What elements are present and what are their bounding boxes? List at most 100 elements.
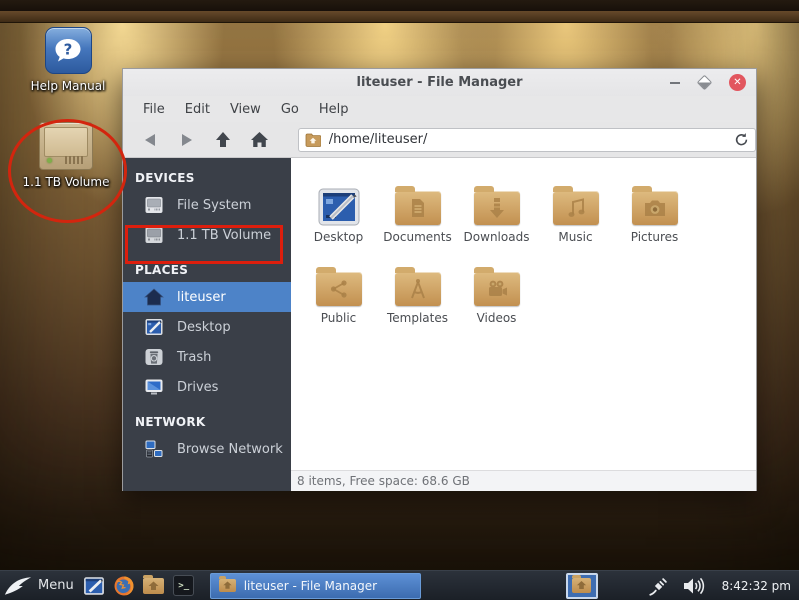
file-item-desktop[interactable]: Desktop	[299, 178, 378, 259]
file-item-label: Public	[321, 311, 357, 325]
minimize-button[interactable]	[670, 82, 680, 84]
desktop-screen-icon	[318, 178, 360, 226]
file-item-label: Templates	[387, 311, 448, 325]
home-button[interactable]	[249, 128, 271, 152]
network-computers-icon	[144, 440, 164, 459]
tray-active-window-icon[interactable]	[566, 573, 598, 599]
back-button[interactable]	[139, 128, 161, 152]
status-text: 8 items, Free space: 68.6 GB	[297, 474, 470, 488]
statusbar: 8 items, Free space: 68.6 GB	[291, 470, 756, 491]
wallpaper-wood-band	[0, 11, 799, 23]
sidebar-item-trash[interactable]: Trash	[123, 342, 291, 372]
sidebar-header-network: NETWORK	[123, 402, 291, 434]
sidebar-header-places: PLACES	[123, 250, 291, 282]
file-item-pictures[interactable]: Pictures	[615, 178, 694, 259]
sidebar-item-label: 1.1 TB Volume	[177, 228, 271, 243]
trash-icon	[144, 348, 164, 366]
maximize-button[interactable]	[697, 75, 713, 91]
sidebar-item-label: File System	[177, 198, 251, 213]
taskbar-window-button-label: liteuser - File Manager	[244, 579, 377, 593]
folder-share-icon	[316, 272, 362, 306]
menu-help[interactable]: Help	[309, 96, 359, 122]
file-manager-launcher[interactable]	[142, 574, 166, 598]
home-icon	[144, 288, 164, 306]
clock[interactable]: 8:42:32 pm	[722, 579, 791, 593]
terminal-launcher[interactable]: >_	[172, 574, 196, 598]
sidebar-item-browse-network[interactable]: Browse Network	[123, 434, 291, 464]
volume-speaker-icon[interactable]	[682, 575, 706, 597]
wallpaper-top-strip	[0, 0, 799, 11]
sidebar-item-label: Drives	[177, 380, 218, 395]
sidebar-item-volume[interactable]: 1.1 TB Volume	[123, 220, 291, 250]
forward-button[interactable]	[176, 128, 198, 152]
firefox-icon	[113, 575, 135, 597]
desktop-screen-icon	[144, 318, 164, 336]
sidebar-item-label: Desktop	[177, 320, 231, 335]
help-bubble-icon: ?	[45, 27, 92, 74]
desktop-icon-help-manual[interactable]: ? Help Manual	[13, 27, 123, 93]
menu-button-label: Menu	[38, 578, 74, 593]
folder-icon	[143, 578, 164, 594]
file-item-videos[interactable]: Videos	[457, 259, 536, 340]
reload-icon[interactable]	[734, 132, 749, 147]
window-title: liteuser - File Manager	[356, 75, 522, 90]
file-item-templates[interactable]: Templates	[378, 259, 457, 340]
file-item-label: Desktop	[314, 230, 364, 244]
sidebar-item-desktop[interactable]: Desktop	[123, 312, 291, 342]
menu-button[interactable]: Menu	[0, 571, 82, 600]
folder-film-camera-icon	[474, 272, 520, 306]
sidebar-item-label: Trash	[177, 350, 211, 365]
desktop: ? Help Manual 1.1 TB Volume liteuser - F…	[0, 0, 799, 600]
toolbar	[123, 122, 756, 158]
folder-icon	[219, 579, 236, 592]
sidebar-header-devices: DEVICES	[123, 158, 291, 190]
file-item-public[interactable]: Public	[299, 259, 378, 340]
taskbar-window-button[interactable]: liteuser - File Manager	[210, 573, 421, 599]
hard-drive-icon	[39, 122, 93, 170]
taskbar: Menu >_	[0, 570, 799, 600]
folder-compass-icon	[395, 272, 441, 306]
monitor-icon	[144, 378, 164, 396]
file-item-downloads[interactable]: Downloads	[457, 178, 536, 259]
svg-text:?: ?	[64, 40, 73, 58]
window-titlebar[interactable]: liteuser - File Manager ✕	[123, 69, 756, 96]
sidebar-item-drives[interactable]: Drives	[123, 372, 291, 402]
menu-edit[interactable]: Edit	[175, 96, 220, 122]
linux-lite-feather-icon	[4, 575, 32, 597]
path-input[interactable]	[327, 131, 734, 148]
power-plug-icon[interactable]	[648, 575, 670, 597]
sidebar-item-label: liteuser	[177, 290, 226, 305]
folder-music-note-icon	[553, 191, 599, 225]
sidebar-item-liteuser[interactable]: liteuser	[123, 282, 291, 312]
path-bar[interactable]	[298, 128, 756, 152]
sidebar-item-label: Browse Network	[177, 442, 283, 457]
menu-view[interactable]: View	[220, 96, 271, 122]
folder-camera-icon	[632, 191, 678, 225]
file-item-documents[interactable]: Documents	[378, 178, 457, 259]
folder-icon	[572, 578, 591, 593]
file-item-music[interactable]: Music	[536, 178, 615, 259]
close-button[interactable]: ✕	[729, 74, 746, 91]
file-manager-window: liteuser - File Manager ✕ File Edit View…	[122, 68, 757, 491]
terminal-icon: >_	[173, 575, 194, 596]
file-item-label: Documents	[383, 230, 451, 244]
firefox-launcher[interactable]	[112, 574, 136, 598]
desktop-icon-volume[interactable]: 1.1 TB Volume	[11, 122, 121, 189]
menubar: File Edit View Go Help	[123, 96, 756, 122]
folder-download-icon	[474, 191, 520, 225]
folder-document-icon	[395, 191, 441, 225]
file-item-label: Downloads	[464, 230, 530, 244]
desktop-icon-label: 1.1 TB Volume	[23, 175, 110, 189]
up-button[interactable]	[212, 128, 234, 152]
file-view[interactable]: Desktop Documents Downloads	[291, 158, 756, 470]
drive-icon	[144, 226, 164, 244]
desktop-icon-label: Help Manual	[31, 79, 106, 93]
display-settings-icon	[83, 575, 105, 597]
display-settings-launcher[interactable]	[82, 574, 106, 598]
file-item-label: Videos	[477, 311, 517, 325]
menu-go[interactable]: Go	[271, 96, 309, 122]
path-folder-icon	[305, 133, 321, 147]
sidebar-item-file-system[interactable]: File System	[123, 190, 291, 220]
drive-icon	[144, 196, 164, 214]
menu-file[interactable]: File	[133, 96, 175, 122]
